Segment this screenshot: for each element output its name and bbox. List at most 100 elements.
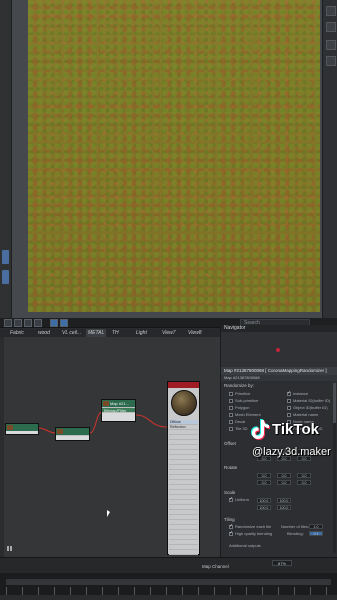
status-bar: Map Channel 87% xyxy=(0,557,337,573)
uniform-label: Uniform xyxy=(235,497,250,502)
primitive-label: Primitive xyxy=(235,391,251,396)
mesh-element-checkbox[interactable] xyxy=(229,413,233,417)
rotate-field[interactable]: 0.0 xyxy=(297,473,311,478)
panel-button[interactable] xyxy=(326,22,336,32)
polygon-checkbox[interactable] xyxy=(229,406,233,410)
node-header: Map #21... xyxy=(102,400,135,407)
scrollbar-thumb[interactable] xyxy=(333,383,336,423)
pause-icon[interactable] xyxy=(7,546,12,551)
material-name-checkbox[interactable] xyxy=(287,413,291,417)
rotate-field[interactable]: 0.0 xyxy=(257,473,271,478)
number-of-tiles-field[interactable]: 1.0 xyxy=(309,524,323,529)
tab-metal[interactable]: METAL xyxy=(86,329,107,337)
parameter-subtitle: Map #21387800068 xyxy=(221,375,337,381)
node-header xyxy=(56,428,89,435)
high-quality-checkbox[interactable] xyxy=(229,530,233,536)
rotate-field[interactable]: 0.0 xyxy=(257,480,271,485)
navigator-title: Navigator xyxy=(221,325,337,332)
tab-view7[interactable]: View7 xyxy=(162,329,176,337)
scale-field[interactable]: 100.0 xyxy=(257,505,271,510)
material-id-checkbox[interactable] xyxy=(287,399,291,403)
tab-wood[interactable]: wood xyxy=(38,329,50,337)
number-of-tiles-label: Number of tiles: xyxy=(281,524,310,529)
decal-checkbox[interactable] xyxy=(229,420,233,424)
navigator-marker[interactable] xyxy=(276,348,280,352)
timeline[interactable] xyxy=(0,573,337,600)
additional-outputs-label: Additional outputs xyxy=(229,543,261,548)
tab-vl-ceil[interactable]: VL ceil... xyxy=(62,329,81,337)
tiktok-brand-text: TikTok xyxy=(272,420,319,438)
instance-label: Instance xyxy=(293,391,309,396)
texture-node[interactable] xyxy=(55,427,90,441)
zoom-field[interactable]: 87% xyxy=(272,560,292,566)
tile-3d-checkbox[interactable] xyxy=(229,427,233,431)
creator-handle: @lazy.3d.maker xyxy=(252,446,331,458)
panel-button[interactable] xyxy=(326,40,336,50)
node-canvas[interactable]: Map #21... Bitmap/Filter Diffuse Reflect… xyxy=(0,337,220,557)
left-strip-button[interactable] xyxy=(2,250,9,264)
node-thumbnail xyxy=(57,429,63,434)
viewport-left-strip xyxy=(0,0,12,318)
instance-checkbox[interactable] xyxy=(287,390,291,396)
rotate-field[interactable]: 0.0 xyxy=(277,473,291,478)
material-id-label: Material ID(buffer ID) xyxy=(293,398,331,403)
material-preview-sphere xyxy=(171,390,197,416)
layout-icon[interactable] xyxy=(50,319,58,327)
map-channel-label: Map Channel xyxy=(202,564,229,569)
time-slider[interactable] xyxy=(6,579,331,585)
object-id-label: Object ID(buffer ID) xyxy=(293,405,328,410)
tiktok-logo-icon xyxy=(251,419,270,440)
offset-label: Offset xyxy=(224,441,236,446)
sub-primitive-checkbox[interactable] xyxy=(229,399,233,403)
texture-node[interactable] xyxy=(5,423,39,435)
tile-3d-label: Tile 3D xyxy=(235,426,248,431)
randomizer-node[interactable]: Map #21... Bitmap/Filter xyxy=(101,399,136,422)
blending-label: Blending: xyxy=(287,531,304,536)
zoom-tool-icon[interactable] xyxy=(24,319,32,327)
delete-icon[interactable] xyxy=(34,319,42,327)
node-title: Map #21... xyxy=(110,401,129,406)
show-map-icon[interactable] xyxy=(60,319,68,327)
texture-preview xyxy=(28,0,320,312)
randomize-each-tile-checkbox[interactable] xyxy=(229,523,233,529)
mouse-cursor xyxy=(107,510,110,517)
blending-field[interactable]: 0.1 xyxy=(309,531,323,536)
material-node[interactable]: Diffuse Reflection xyxy=(167,381,200,555)
object-id-checkbox[interactable] xyxy=(287,406,291,410)
scale-label: Scale xyxy=(224,490,236,495)
rotate-label: Rotate xyxy=(224,465,238,470)
scale-field[interactable]: 100.0 xyxy=(257,498,271,503)
tiling-label: Tiling xyxy=(224,517,235,522)
select-tool-icon[interactable] xyxy=(4,319,12,327)
scale-field[interactable]: 100.0 xyxy=(277,505,291,510)
mesh-element-label: Mesh Element xyxy=(235,412,261,417)
left-strip-button[interactable] xyxy=(2,270,9,284)
material-node-header xyxy=(168,382,199,388)
timeline-ruler xyxy=(6,587,331,595)
primitive-checkbox[interactable] xyxy=(229,392,233,396)
scrollbar[interactable] xyxy=(333,383,336,553)
panel-button[interactable] xyxy=(326,56,336,66)
tab-view8[interactable]: View8 xyxy=(188,329,202,337)
view-tabs: Fabric wood VL ceil... METAL TH Light Vi… xyxy=(0,329,220,337)
high-quality-label: High quality blending xyxy=(235,531,273,536)
tiktok-watermark: TikTok xyxy=(250,418,319,440)
uniform-checkbox[interactable] xyxy=(229,496,233,502)
material-slot[interactable] xyxy=(169,550,198,555)
tab-light[interactable]: Light xyxy=(136,329,147,337)
tab-fabric[interactable]: Fabric xyxy=(10,329,24,337)
parameter-editor: Map #21387800068 [ CoronaMappingRandomiz… xyxy=(220,367,337,557)
navigator-panel: Navigator xyxy=(220,325,337,367)
randomize-each-tile-label: Randomize each tile xyxy=(235,524,272,529)
app-window: Search Fabric wood VL ceil... METAL TH L… xyxy=(0,0,337,600)
rotate-field[interactable]: 0.0 xyxy=(277,480,291,485)
node-slot[interactable] xyxy=(56,435,89,440)
scale-field[interactable]: 100.0 xyxy=(277,498,291,503)
tab-th[interactable]: TH xyxy=(112,329,119,337)
panel-button[interactable] xyxy=(326,6,336,16)
decal-label: Decal xyxy=(235,419,246,424)
timeline-bottom-bar xyxy=(0,595,337,600)
rotate-field[interactable]: 0.0 xyxy=(297,480,311,485)
pan-tool-icon[interactable] xyxy=(14,319,22,327)
viewport[interactable] xyxy=(0,0,337,318)
